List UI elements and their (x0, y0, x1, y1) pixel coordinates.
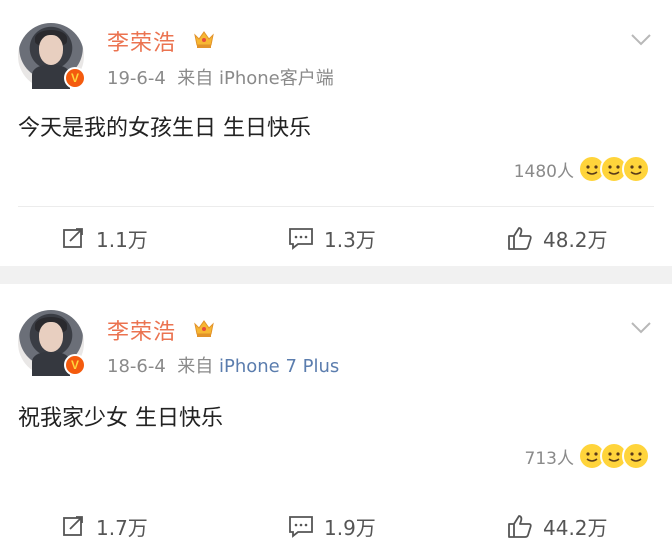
post-date: 18-6-4 (107, 356, 166, 377)
chevron-down-icon[interactable] (630, 321, 652, 335)
comment-icon (289, 516, 313, 538)
comment-icon (289, 228, 313, 250)
crown-icon[interactable] (192, 316, 216, 340)
reaction-count: 1480人 (513, 161, 574, 182)
repost-count: 1.1万 (96, 227, 148, 252)
crown-icon[interactable] (192, 27, 216, 51)
verified-v-icon: V (64, 354, 86, 376)
post-content: 祝我家少女 生日快乐 (18, 406, 223, 431)
repost-icon (63, 228, 83, 248)
reactions[interactable]: 1480人 (514, 153, 650, 185)
repost-count: 1.7万 (96, 515, 148, 540)
post-source-link[interactable]: iPhone 7 Plus (219, 356, 339, 377)
post-content: 今天是我的女孩生日 生日快乐 (18, 116, 311, 141)
weibo-post-2: V 李荣浩 18-6-4 来自 iPhone 7 Plus 祝我家少女 生日快乐… (0, 284, 672, 546)
repost-button[interactable]: 1.7万 (62, 508, 148, 544)
action-bar: 1.7万 1.9万 44.2万 (0, 508, 672, 544)
reaction-count: 713人 (524, 448, 574, 469)
username[interactable]: 李荣浩 (107, 25, 176, 57)
action-bar: 1.1万 1.3万 48.2万 (0, 220, 672, 256)
surprised-emoji-icon (622, 442, 650, 470)
post-date: 19-6-4 (107, 68, 166, 89)
username[interactable]: 李荣浩 (107, 314, 176, 346)
post-meta: 18-6-4 来自 iPhone 7 Plus (107, 352, 339, 378)
source-prefix: 来自 (177, 356, 214, 377)
comment-button[interactable]: 1.9万 (288, 508, 376, 544)
repost-icon (63, 516, 83, 536)
source-prefix: 来自 (177, 68, 214, 89)
laugh-emoji-icon (622, 155, 650, 183)
post-separator (0, 266, 672, 284)
repost-button[interactable]: 1.1万 (62, 220, 148, 256)
reactions[interactable]: 713人 (525, 440, 650, 472)
weibo-post-1: V 李荣浩 19-6-4 来自 iPhone客户端 今天是我的女孩生日 生日快乐… (0, 0, 672, 266)
like-button[interactable]: 44.2万 (507, 508, 608, 544)
comment-count: 1.9万 (324, 515, 376, 540)
thumbs-up-icon (508, 227, 532, 250)
verified-v-icon: V (64, 67, 86, 89)
post-meta: 19-6-4 来自 iPhone客户端 (107, 64, 334, 90)
divider (18, 206, 654, 207)
chevron-down-icon[interactable] (630, 33, 652, 47)
like-count: 48.2万 (543, 227, 608, 252)
comment-button[interactable]: 1.3万 (288, 220, 376, 256)
like-count: 44.2万 (543, 515, 608, 540)
like-button[interactable]: 48.2万 (507, 220, 608, 256)
comment-count: 1.3万 (324, 227, 376, 252)
post-source: iPhone客户端 (219, 68, 334, 89)
thumbs-up-icon (508, 515, 532, 538)
